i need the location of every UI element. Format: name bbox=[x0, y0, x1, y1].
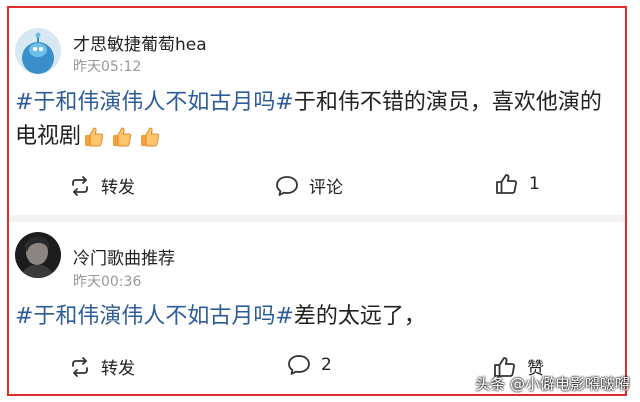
comment-text-line: 差的太远了， bbox=[293, 304, 426, 329]
repost-button[interactable]: 转发 bbox=[69, 173, 135, 198]
repost-label: 转发 bbox=[101, 178, 135, 198]
comment-card: 冷门歌曲推荐 昨天00:36 #于和伟演伟人不如古月吗#差的太远了， 转发 2 … bbox=[9, 222, 625, 394]
watermark: 头条 @小僻电影嘚啵嘚 bbox=[475, 375, 630, 393]
username[interactable]: 才思敏捷葡萄hea bbox=[73, 30, 207, 55]
comment-text: #于和伟演伟人不如古月吗#于和伟不错的演员，喜欢他演的 电视剧 bbox=[15, 86, 615, 154]
comment-text: #于和伟演伟人不如古月吗#差的太远了， bbox=[15, 300, 615, 334]
timestamp: 昨天05:12 bbox=[73, 59, 142, 75]
screenshot-frame: 才思敏捷葡萄hea 昨天05:12 #于和伟演伟人不如古月吗#于和伟不错的演员，… bbox=[7, 6, 627, 396]
avatar[interactable] bbox=[15, 28, 61, 74]
comment-count: 2 bbox=[321, 355, 332, 375]
repost-icon bbox=[72, 356, 88, 377]
comment-icon bbox=[276, 175, 298, 196]
comment-text-line: 于和伟不错的演员，喜欢他演的 bbox=[293, 90, 602, 115]
repost-button[interactable]: 转发 bbox=[69, 354, 135, 379]
repost-icon bbox=[72, 175, 88, 196]
hashtag-link[interactable]: #于和伟演伟人不如古月吗# bbox=[15, 90, 294, 115]
comment-button[interactable]: 评论 bbox=[275, 173, 343, 198]
comment-card: 才思敏捷葡萄hea 昨天05:12 #于和伟演伟人不如古月吗#于和伟不错的演员，… bbox=[9, 8, 625, 216]
username[interactable]: 冷门歌曲推荐 bbox=[73, 244, 175, 269]
thumbs-up-icon bbox=[113, 127, 132, 147]
comment-text-line: 电视剧 bbox=[15, 124, 82, 149]
timestamp: 昨天00:36 bbox=[73, 274, 142, 290]
like-button[interactable]: 1 bbox=[495, 173, 540, 195]
repost-label: 转发 bbox=[101, 359, 135, 379]
comment-label: 评论 bbox=[309, 178, 343, 198]
thumbs-up-icon bbox=[85, 127, 104, 147]
comment-button[interactable]: 2 bbox=[287, 354, 332, 376]
comment-icon bbox=[288, 355, 310, 375]
like-count: 1 bbox=[529, 174, 540, 194]
like-icon bbox=[496, 174, 517, 194]
thumbs-up-icon bbox=[141, 127, 160, 147]
hashtag-link[interactable]: #于和伟演伟人不如古月吗# bbox=[15, 304, 294, 329]
divider bbox=[9, 215, 625, 222]
